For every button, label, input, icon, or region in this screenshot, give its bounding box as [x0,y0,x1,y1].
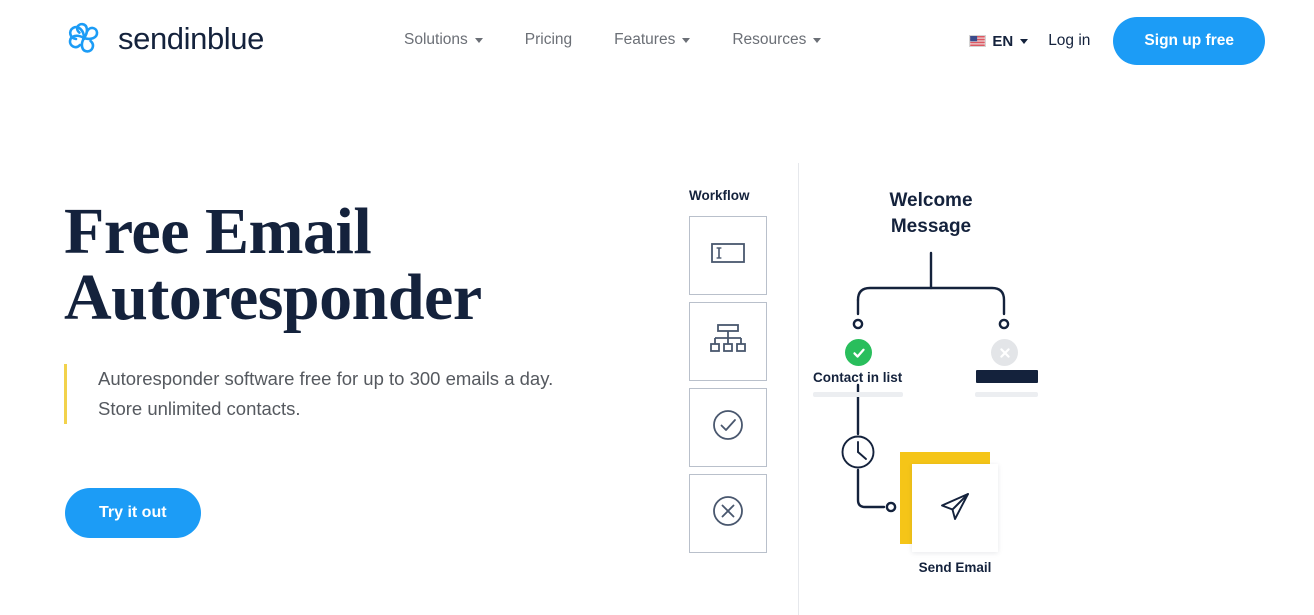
workflow-card-check[interactable] [689,388,767,467]
workflow-panel-title: Workflow [689,188,750,203]
main-navigation: Solutions Pricing Features Resources [404,31,822,49]
nav-item-features[interactable]: Features [614,31,691,49]
brand-logo-link[interactable]: sendinblue [64,18,264,58]
send-email-label: Send Email [918,560,992,575]
workflow-card-close[interactable] [689,474,767,553]
language-label: EN [992,32,1014,50]
vertical-divider [798,163,799,615]
hierarchy-tree-icon [710,323,746,360]
sendinblue-pinwheel-logo-icon [64,18,104,58]
signup-free-button[interactable]: Sign up free [1113,17,1265,65]
chevron-down-icon [1020,38,1029,44]
hero-subtitle-line-2: Store unlimited contacts. [98,397,301,419]
workflow-card-text-input[interactable] [689,216,767,295]
site-header: sendinblue Solutions Pricing Features Re… [0,0,1314,86]
language-selector[interactable]: EN [969,32,1029,50]
nav-label: Features [614,31,676,48]
nav-item-solutions[interactable]: Solutions [404,31,483,49]
workflow-card-hierarchy[interactable] [689,302,767,381]
hero-subtitle: Autoresponder software free for up to 30… [67,364,553,424]
header-actions: EN Log in Sign up free [969,17,1265,65]
workflow-panel: Workflow [689,188,769,560]
paper-plane-icon [935,486,975,531]
placeholder-bar-right [976,370,1038,383]
hero-subtitle-line-1: Autoresponder software free for up to 30… [98,368,554,389]
page-title-line-1: Free Email [64,195,372,268]
text-input-field-icon [711,243,745,268]
nav-label: Solutions [404,31,468,48]
skeleton-line-left [813,392,903,397]
page-title: Free Email Autoresponder [64,199,482,331]
skeleton-line-right [975,392,1038,397]
clock-icon [841,435,875,469]
green-check-badge-icon [845,339,872,366]
nav-item-pricing[interactable]: Pricing [525,31,572,49]
gray-x-badge-icon [991,339,1018,366]
login-link[interactable]: Log in [1048,32,1090,50]
chevron-down-icon [474,37,483,43]
send-email-card[interactable] [912,464,998,552]
branch-connector-dot-left [852,318,864,330]
check-circle-icon [712,409,744,446]
us-flag-icon [969,35,987,47]
x-circle-icon [712,495,744,532]
page-title-line-2: Autoresponder [64,261,482,334]
branch-connector-dot-right [998,318,1010,330]
send-connector-dot [885,501,897,513]
hero-subtitle-block: Autoresponder software free for up to 30… [64,364,553,424]
try-it-out-button[interactable]: Try it out [65,488,201,538]
nav-item-resources[interactable]: Resources [732,31,822,49]
nav-label: Resources [732,31,807,48]
workflow-diagram: Welcome Message Contact in list Send Ema… [800,180,1100,615]
chevron-down-icon [682,37,691,43]
branch-label-contact-in-list: Contact in list [813,370,903,385]
nav-label: Pricing [524,31,573,48]
chevron-down-icon [813,37,822,43]
brand-name: sendinblue [118,20,264,56]
